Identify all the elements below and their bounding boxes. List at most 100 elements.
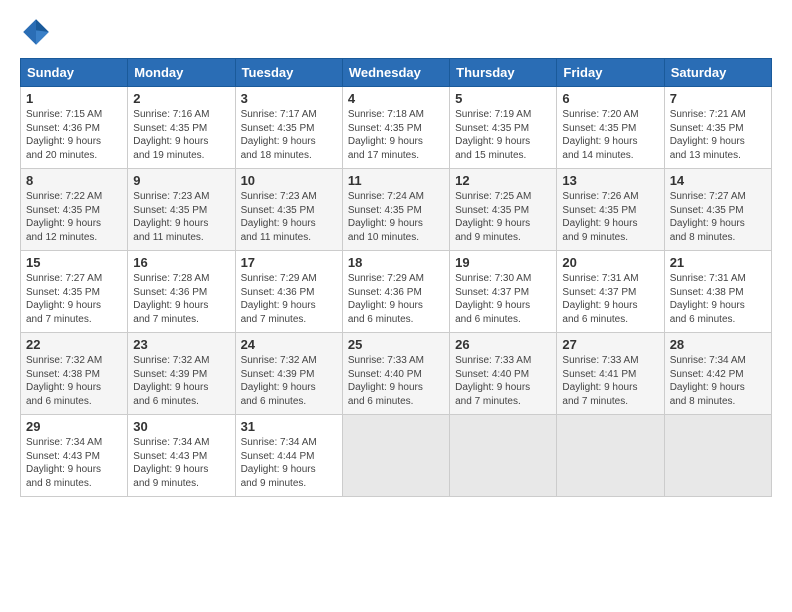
day-cell: 8 Sunrise: 7:22 AM Sunset: 4:35 PM Daylig…	[21, 169, 128, 251]
day-info: Sunrise: 7:25 AM Sunset: 4:35 PM Dayligh…	[455, 190, 551, 244]
day-info: Sunrise: 7:29 AM Sunset: 4:36 PM Dayligh…	[241, 272, 337, 326]
weekday-header-wednesday: Wednesday	[342, 59, 449, 87]
weekday-header-row: SundayMondayTuesdayWednesdayThursdayFrid…	[21, 59, 772, 87]
day-cell: 29 Sunrise: 7:34 AM Sunset: 4:43 PM Dayli…	[21, 415, 128, 497]
day-number: 2	[133, 91, 229, 106]
day-number: 1	[26, 91, 122, 106]
day-cell: 21 Sunrise: 7:31 AM Sunset: 4:38 PM Dayli…	[664, 251, 771, 333]
day-info: Sunrise: 7:32 AM Sunset: 4:39 PM Dayligh…	[133, 354, 229, 408]
day-info: Sunrise: 7:33 AM Sunset: 4:41 PM Dayligh…	[562, 354, 658, 408]
page: SundayMondayTuesdayWednesdayThursdayFrid…	[0, 0, 792, 612]
day-info: Sunrise: 7:26 AM Sunset: 4:35 PM Dayligh…	[562, 190, 658, 244]
day-cell: 20 Sunrise: 7:31 AM Sunset: 4:37 PM Dayli…	[557, 251, 664, 333]
day-number: 21	[670, 255, 766, 270]
day-number: 28	[670, 337, 766, 352]
day-info: Sunrise: 7:16 AM Sunset: 4:35 PM Dayligh…	[133, 108, 229, 162]
day-info: Sunrise: 7:20 AM Sunset: 4:35 PM Dayligh…	[562, 108, 658, 162]
day-cell: 5 Sunrise: 7:19 AM Sunset: 4:35 PM Daylig…	[450, 87, 557, 169]
day-number: 25	[348, 337, 444, 352]
day-number: 9	[133, 173, 229, 188]
day-info: Sunrise: 7:34 AM Sunset: 4:44 PM Dayligh…	[241, 436, 337, 490]
day-cell: 28 Sunrise: 7:34 AM Sunset: 4:42 PM Dayli…	[664, 333, 771, 415]
day-info: Sunrise: 7:29 AM Sunset: 4:36 PM Dayligh…	[348, 272, 444, 326]
day-cell: 9 Sunrise: 7:23 AM Sunset: 4:35 PM Daylig…	[128, 169, 235, 251]
day-number: 19	[455, 255, 551, 270]
day-cell	[664, 415, 771, 497]
weekday-header-monday: Monday	[128, 59, 235, 87]
day-cell: 31 Sunrise: 7:34 AM Sunset: 4:44 PM Dayli…	[235, 415, 342, 497]
day-cell: 6 Sunrise: 7:20 AM Sunset: 4:35 PM Daylig…	[557, 87, 664, 169]
weekday-header-saturday: Saturday	[664, 59, 771, 87]
day-number: 23	[133, 337, 229, 352]
day-cell: 7Sunrise: 7:21 AM Sunset: 4:35 PM Daylig…	[664, 87, 771, 169]
day-cell: 22Sunrise: 7:32 AM Sunset: 4:38 PM Dayli…	[21, 333, 128, 415]
day-info: Sunrise: 7:30 AM Sunset: 4:37 PM Dayligh…	[455, 272, 551, 326]
day-number: 27	[562, 337, 658, 352]
day-cell: 4 Sunrise: 7:18 AM Sunset: 4:35 PM Daylig…	[342, 87, 449, 169]
day-cell: 19 Sunrise: 7:30 AM Sunset: 4:37 PM Dayli…	[450, 251, 557, 333]
day-cell: 10Sunrise: 7:23 AM Sunset: 4:35 PM Dayli…	[235, 169, 342, 251]
day-info: Sunrise: 7:31 AM Sunset: 4:38 PM Dayligh…	[670, 272, 766, 326]
day-cell: 18Sunrise: 7:29 AM Sunset: 4:36 PM Dayli…	[342, 251, 449, 333]
day-cell: 11Sunrise: 7:24 AM Sunset: 4:35 PM Dayli…	[342, 169, 449, 251]
day-cell: 12 Sunrise: 7:25 AM Sunset: 4:35 PM Dayli…	[450, 169, 557, 251]
day-cell: 15 Sunrise: 7:27 AM Sunset: 4:35 PM Dayli…	[21, 251, 128, 333]
week-row-4: 22Sunrise: 7:32 AM Sunset: 4:38 PM Dayli…	[21, 333, 772, 415]
day-cell: 26 Sunrise: 7:33 AM Sunset: 4:40 PM Dayli…	[450, 333, 557, 415]
day-number: 26	[455, 337, 551, 352]
day-number: 10	[241, 173, 337, 188]
day-info: Sunrise: 7:17 AM Sunset: 4:35 PM Dayligh…	[241, 108, 337, 162]
day-number: 22	[26, 337, 122, 352]
weekday-header-sunday: Sunday	[21, 59, 128, 87]
calendar-table: SundayMondayTuesdayWednesdayThursdayFrid…	[20, 58, 772, 497]
day-info: Sunrise: 7:22 AM Sunset: 4:35 PM Dayligh…	[26, 190, 122, 244]
day-number: 8	[26, 173, 122, 188]
day-info: Sunrise: 7:19 AM Sunset: 4:35 PM Dayligh…	[455, 108, 551, 162]
day-number: 29	[26, 419, 122, 434]
weekday-header-tuesday: Tuesday	[235, 59, 342, 87]
day-cell: 25 Sunrise: 7:33 AM Sunset: 4:40 PM Dayli…	[342, 333, 449, 415]
day-number: 31	[241, 419, 337, 434]
day-cell: 3 Sunrise: 7:17 AM Sunset: 4:35 PM Daylig…	[235, 87, 342, 169]
day-cell: 27 Sunrise: 7:33 AM Sunset: 4:41 PM Dayli…	[557, 333, 664, 415]
day-info: Sunrise: 7:34 AM Sunset: 4:43 PM Dayligh…	[133, 436, 229, 490]
day-cell: 14Sunrise: 7:27 AM Sunset: 4:35 PM Dayli…	[664, 169, 771, 251]
day-cell	[450, 415, 557, 497]
day-number: 6	[562, 91, 658, 106]
weekday-header-thursday: Thursday	[450, 59, 557, 87]
week-row-2: 8 Sunrise: 7:22 AM Sunset: 4:35 PM Daylig…	[21, 169, 772, 251]
day-info: Sunrise: 7:33 AM Sunset: 4:40 PM Dayligh…	[348, 354, 444, 408]
day-cell: 2 Sunrise: 7:16 AM Sunset: 4:35 PM Daylig…	[128, 87, 235, 169]
day-number: 3	[241, 91, 337, 106]
week-row-5: 29 Sunrise: 7:34 AM Sunset: 4:43 PM Dayli…	[21, 415, 772, 497]
day-number: 20	[562, 255, 658, 270]
day-info: Sunrise: 7:24 AM Sunset: 4:35 PM Dayligh…	[348, 190, 444, 244]
day-info: Sunrise: 7:18 AM Sunset: 4:35 PM Dayligh…	[348, 108, 444, 162]
week-row-3: 15 Sunrise: 7:27 AM Sunset: 4:35 PM Dayli…	[21, 251, 772, 333]
day-number: 16	[133, 255, 229, 270]
day-cell: 23 Sunrise: 7:32 AM Sunset: 4:39 PM Dayli…	[128, 333, 235, 415]
day-info: Sunrise: 7:27 AM Sunset: 4:35 PM Dayligh…	[26, 272, 122, 326]
week-row-1: 1 Sunrise: 7:15 AM Sunset: 4:36 PM Daylig…	[21, 87, 772, 169]
day-info: Sunrise: 7:31 AM Sunset: 4:37 PM Dayligh…	[562, 272, 658, 326]
day-number: 12	[455, 173, 551, 188]
logo	[20, 16, 58, 48]
day-info: Sunrise: 7:27 AM Sunset: 4:35 PM Dayligh…	[670, 190, 766, 244]
day-info: Sunrise: 7:33 AM Sunset: 4:40 PM Dayligh…	[455, 354, 551, 408]
day-info: Sunrise: 7:34 AM Sunset: 4:43 PM Dayligh…	[26, 436, 122, 490]
day-info: Sunrise: 7:34 AM Sunset: 4:42 PM Dayligh…	[670, 354, 766, 408]
day-cell: 16 Sunrise: 7:28 AM Sunset: 4:36 PM Dayli…	[128, 251, 235, 333]
day-number: 4	[348, 91, 444, 106]
day-number: 24	[241, 337, 337, 352]
day-info: Sunrise: 7:23 AM Sunset: 4:35 PM Dayligh…	[133, 190, 229, 244]
day-number: 5	[455, 91, 551, 106]
day-number: 17	[241, 255, 337, 270]
weekday-header-friday: Friday	[557, 59, 664, 87]
day-info: Sunrise: 7:21 AM Sunset: 4:35 PM Dayligh…	[670, 108, 766, 162]
day-cell: 1 Sunrise: 7:15 AM Sunset: 4:36 PM Daylig…	[21, 87, 128, 169]
day-info: Sunrise: 7:28 AM Sunset: 4:36 PM Dayligh…	[133, 272, 229, 326]
day-info: Sunrise: 7:32 AM Sunset: 4:39 PM Dayligh…	[241, 354, 337, 408]
day-info: Sunrise: 7:15 AM Sunset: 4:36 PM Dayligh…	[26, 108, 122, 162]
day-number: 15	[26, 255, 122, 270]
logo-icon	[20, 16, 52, 48]
